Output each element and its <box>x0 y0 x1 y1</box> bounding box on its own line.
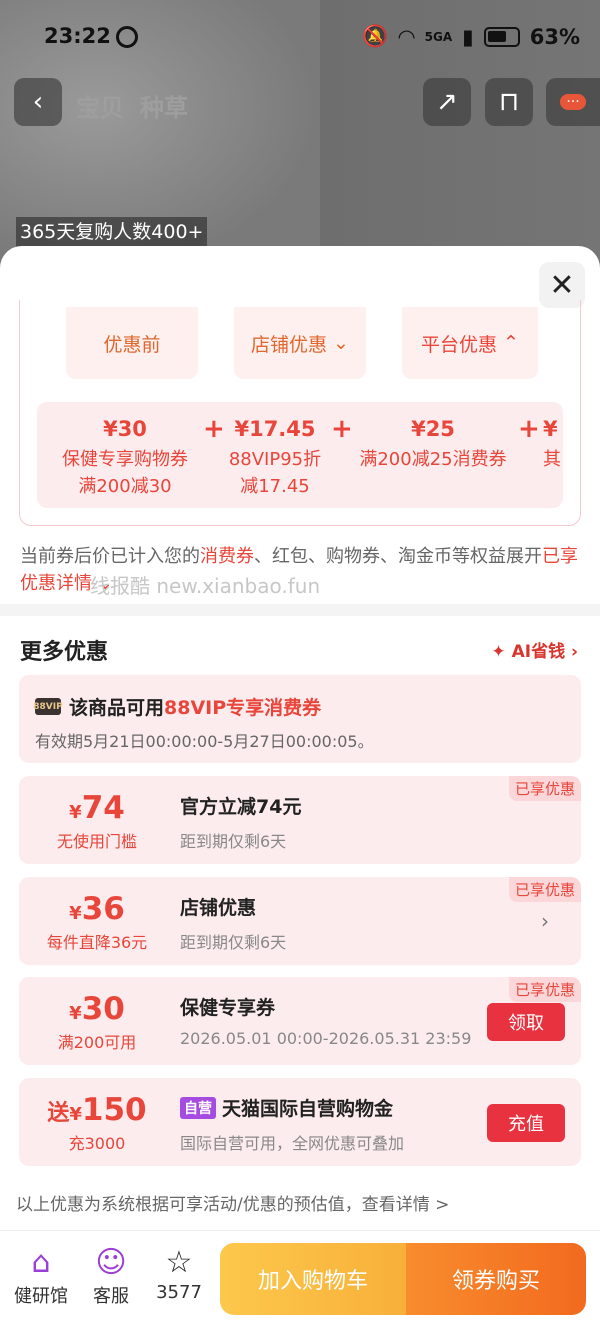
shop-button[interactable]: ⌂ 健研馆 <box>8 1244 74 1308</box>
service-button[interactable]: ☺ 客服 <box>78 1244 144 1308</box>
alarm-icon <box>116 26 138 48</box>
plus-sign: + <box>203 414 225 444</box>
battery-icon <box>483 26 520 47</box>
offer-desc: 距到期仅剩6天 <box>180 933 287 952</box>
add-to-cart-button[interactable]: 加入购物车 <box>220 1243 406 1315</box>
more-offers-title: 更多优惠 <box>20 640 109 665</box>
section-divider <box>0 604 600 616</box>
seg-before-discount[interactable]: 优惠前 <box>66 307 198 379</box>
chevron-up-icon: ⌃ <box>497 332 519 354</box>
status-time: 23:22 <box>44 24 111 48</box>
discount-breakdown: ¥30 保健专享购物券 满200减30 ¥17.45 88VIP95折 减17.45 ¥… <box>37 402 563 508</box>
offer-desc: 距到期仅剩6天 <box>180 832 287 851</box>
status-bar: 23:22 🔕 ◠ 5GA ▮ 63% <box>0 0 600 74</box>
repurchase-label: 365天复购人数400+ <box>16 217 208 247</box>
ai-save-link[interactable]: ✦ AI省钱 › <box>491 637 578 662</box>
plus-sign: + <box>331 414 353 444</box>
offer-desc: 国际自营可用，全网优惠可叠加 <box>180 1134 405 1153</box>
seg-platform-discount[interactable]: 平台优惠 ⌃ <box>402 307 538 379</box>
more-button[interactable]: ··· <box>546 78 600 126</box>
self-run-tag: 自营 <box>180 1097 216 1119</box>
tab-grass[interactable]: 种草 <box>140 88 188 123</box>
cart-icon-button[interactable]: ⊓ <box>485 78 533 126</box>
plus-sign: + <box>518 414 540 444</box>
offer-title: 官方立减74元 <box>180 796 302 818</box>
mute-icon: 🔕 <box>362 24 389 48</box>
vip-icon: 88VIP <box>33 698 63 715</box>
offer-title: 店铺优惠 <box>180 897 257 919</box>
vip-validity: 有效期5月21日00:00:00-5月27日00:00:05。 <box>35 732 374 751</box>
chevron-right-icon[interactable]: › <box>541 909 549 933</box>
claim-and-buy-button[interactable]: 领券购买 <box>406 1243 586 1315</box>
status-badge: 已享优惠 <box>508 776 581 801</box>
back-button[interactable]: ‹ <box>14 78 62 126</box>
sparkle-icon: ✦ <box>491 642 512 662</box>
more-badge: ··· <box>560 94 586 110</box>
seg-store-discount[interactable]: 店铺优惠 ⌄ <box>234 307 366 379</box>
offer-card[interactable]: ¥30 满200可用 保健专享券 2026.05.01 00:00-2026.05… <box>19 977 581 1065</box>
shop-icon: ⌂ <box>31 1244 51 1280</box>
claim-button[interactable]: 领取 <box>487 1003 565 1041</box>
offer-title: 保健专享券 <box>180 997 276 1019</box>
close-icon: ✕ <box>549 267 575 303</box>
service-icon: ☺ <box>95 1244 127 1280</box>
offer-desc: 2026.05.01 00:00-2026.05.31 23:59 <box>180 1029 472 1048</box>
favorite-button[interactable]: ☆ 3577 <box>146 1244 212 1304</box>
share-button[interactable]: ↗ <box>423 78 471 126</box>
tab-product[interactable]: 宝贝 <box>76 88 124 123</box>
offer-card[interactable]: ¥36 每件直降36元 店铺优惠 距到期仅剩6天 已享优惠 › <box>19 877 581 965</box>
discount-item: ¥ 其 <box>543 417 561 470</box>
offer-title: 自营 天猫国际自营购物金 <box>180 1094 393 1121</box>
offer-card[interactable]: 送¥150 充3000 自营 天猫国际自营购物金 国际自营可用，全网优惠可叠加 充值 <box>19 1078 581 1166</box>
status-badge: 已享优惠 <box>508 877 581 902</box>
recharge-button[interactable]: 充值 <box>487 1104 565 1142</box>
signal-icon: ▮ <box>462 24 474 49</box>
battery-percent: 63% <box>529 24 580 49</box>
discount-item: ¥25 满200减25消费券 <box>359 417 507 470</box>
chevron-down-icon: ⌄ <box>327 332 349 354</box>
estimate-footnote[interactable]: 以上优惠为系统根据可享活动/优惠的预估值，查看详情 > <box>16 1190 449 1215</box>
network-label: 5GA <box>424 29 453 44</box>
discount-item: ¥30 保健专享购物券 满200减30 <box>62 417 188 497</box>
discount-item: ¥17.45 88VIP95折 减17.45 <box>228 417 322 497</box>
wifi-icon: ◠ <box>398 24 415 49</box>
star-icon: ☆ <box>165 1244 193 1280</box>
vip-coupon-card[interactable]: 88VIP 该商品可用 88VIP专享消费券 有效期5月21日00:00:00-5月… <box>19 675 581 763</box>
status-badge: 已享优惠 <box>508 977 581 1002</box>
offer-card[interactable]: ¥74 无使用门槛 官方立减74元 距到期仅剩6天 已享优惠 <box>19 776 581 864</box>
watermark: 线报酷 new.xianbao.fun <box>90 574 321 598</box>
